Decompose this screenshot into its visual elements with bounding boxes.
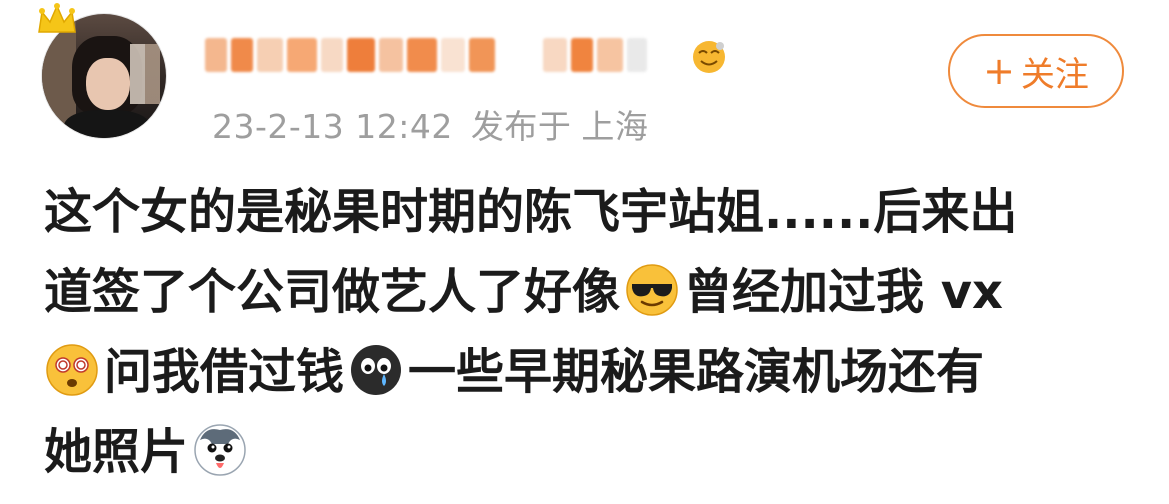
avatar-face xyxy=(86,58,130,110)
post-location: 上海 xyxy=(581,107,649,146)
username-pixelated[interactable] xyxy=(205,36,675,74)
vip-emoji-icon xyxy=(693,41,725,73)
follow-button[interactable]: + 关注 xyxy=(948,34,1124,108)
husky-dog-emoji-icon xyxy=(194,424,246,476)
post-line-2: 道签了个公司做艺人了好像 曾经加过我 vx xyxy=(44,264,1003,320)
post-line-4: 她照片 xyxy=(44,412,1144,492)
crown-icon xyxy=(38,3,76,33)
dizzy-eyes-emoji-icon xyxy=(46,344,98,396)
post-meta: 23-2-13 12:42 发布于 上海 xyxy=(212,100,648,148)
avatar-shirt xyxy=(64,110,150,138)
plus-icon: + xyxy=(983,49,1015,93)
cool-sunglasses-emoji-icon xyxy=(626,264,678,316)
avatar-mosaic xyxy=(130,44,160,104)
weibo-post: 23-2-13 12:42 发布于 上海 + 关注 这个女的是秘果时期的陈飞宇站姐.… xyxy=(0,0,1169,504)
post-body: 这个女的是秘果时期的陈飞宇站姐......后来出 道签了个公司做艺人了好像 曾经… xyxy=(44,172,1144,492)
location-prefix: 发布于 xyxy=(470,107,572,146)
post-line-1: 这个女的是秘果时期的陈飞宇站姐......后来出 xyxy=(44,184,1018,240)
post-date: 23-2-13 12:42 xyxy=(212,107,453,146)
post-line-3: 问我借过钱 一些早期秘果路演机场还有 xyxy=(44,332,1144,412)
follow-label: 关注 xyxy=(1020,54,1089,95)
crying-black-face-emoji-icon xyxy=(351,345,402,395)
